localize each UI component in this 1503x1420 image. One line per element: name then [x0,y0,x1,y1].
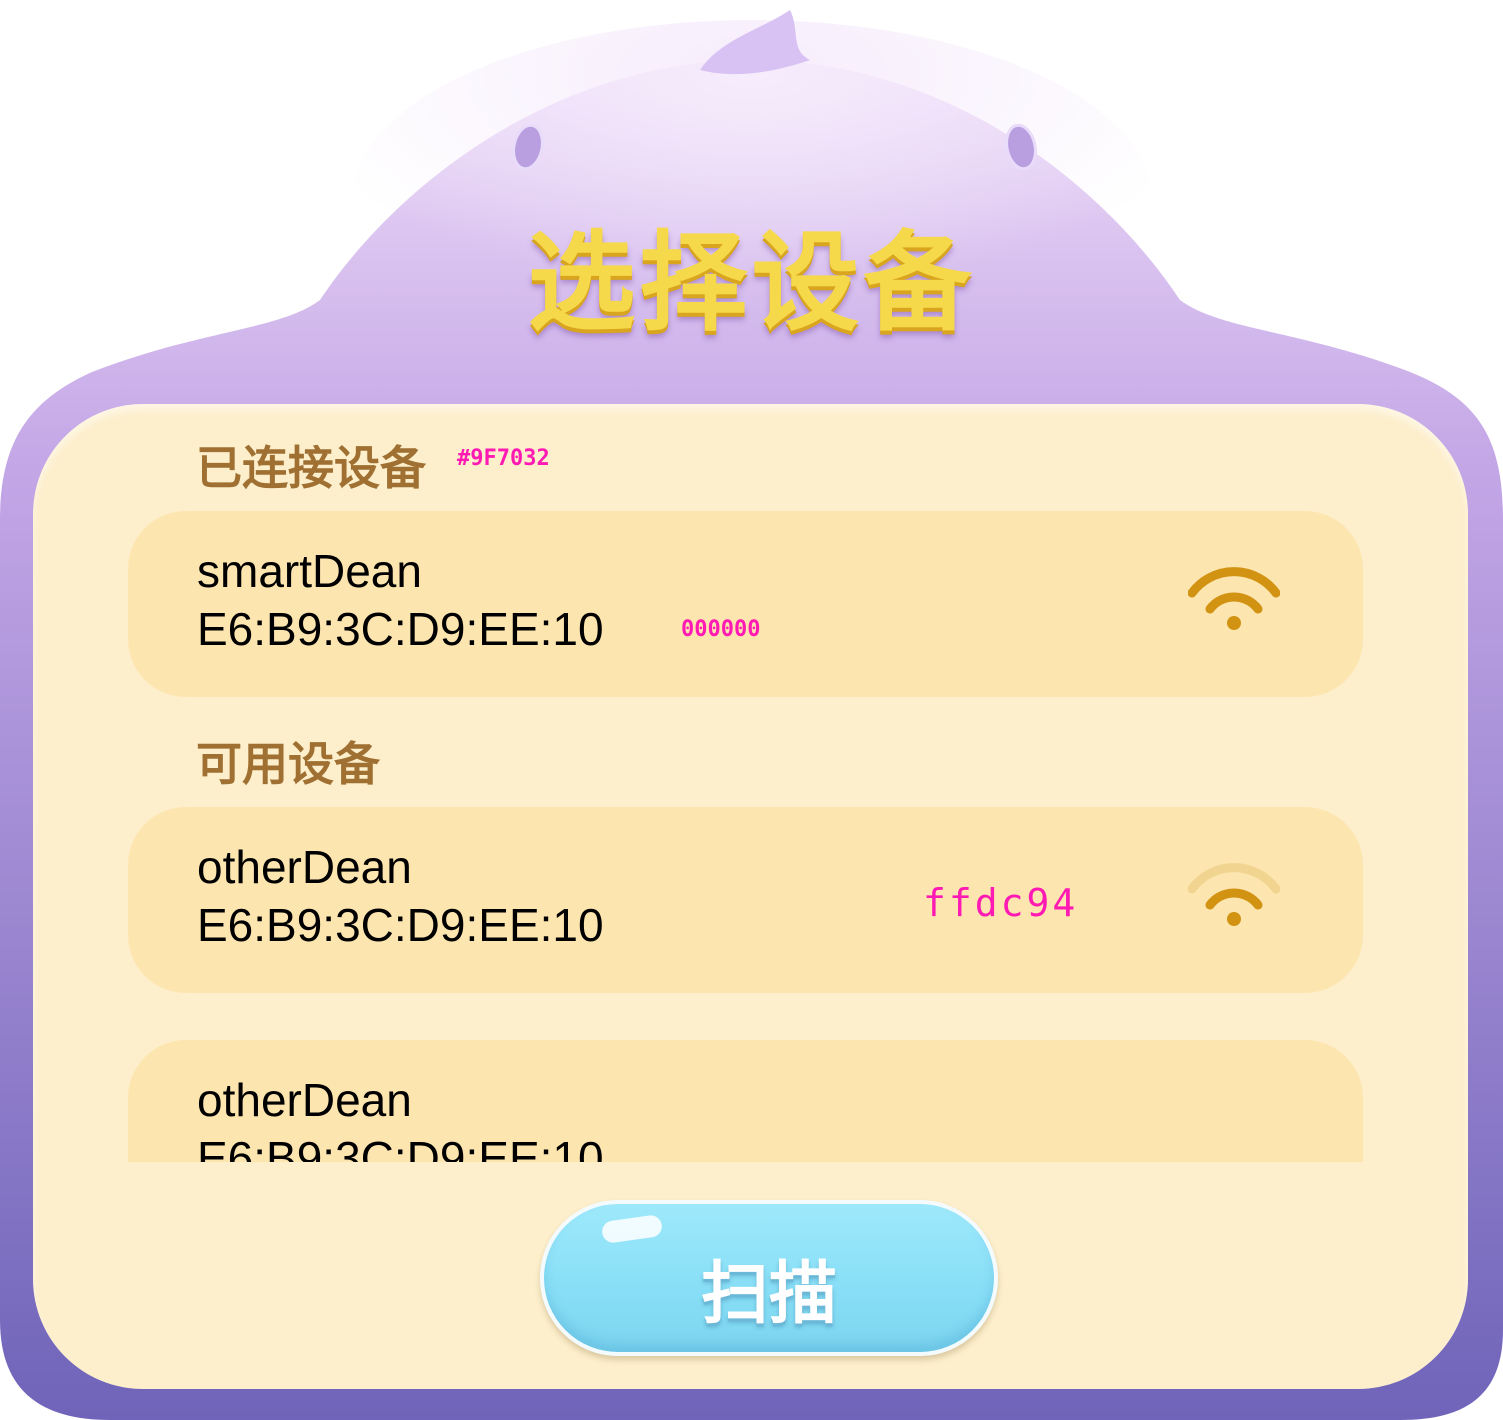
device-mac: E6:B9:3C:D9:EE:10 [197,1132,604,1162]
wifi-icon [1188,567,1280,630]
device-select-dialog: 选择设备 已连接设备 #9F7032 smartDean E6:B9:3C:D9… [0,0,1503,1420]
device-mac: E6:B9:3C:D9:EE:10 [197,899,604,951]
device-name: otherDean [197,841,412,893]
wifi-icon [1188,863,1280,926]
color-annotation: #9F7032 [457,446,550,471]
available-device-card[interactable]: otherDean E6:B9:3C:D9:EE:10 [128,1040,1363,1162]
available-device-card[interactable]: otherDean E6:B9:3C:D9:EE:10 ffdc94 [128,807,1363,993]
color-annotation: 000000 [681,617,761,642]
dialog-title: 选择设备 [527,221,976,346]
device-list-overflow[interactable]: otherDean E6:B9:3C:D9:EE:10 [128,1040,1363,1162]
connected-device-card[interactable]: smartDean E6:B9:3C:D9:EE:10 000000 [128,511,1363,697]
connected-devices-heading: 已连接设备 [196,441,426,495]
device-name: otherDean [197,1074,412,1126]
available-devices-heading: 可用设备 [196,737,380,791]
color-annotation: ffdc94 [923,881,1079,925]
scan-button-label: 扫描 [700,1255,837,1334]
device-mac: E6:B9:3C:D9:EE:10 [197,603,604,655]
device-name: smartDean [197,545,422,597]
scan-button[interactable]: 扫描 [540,1200,998,1356]
